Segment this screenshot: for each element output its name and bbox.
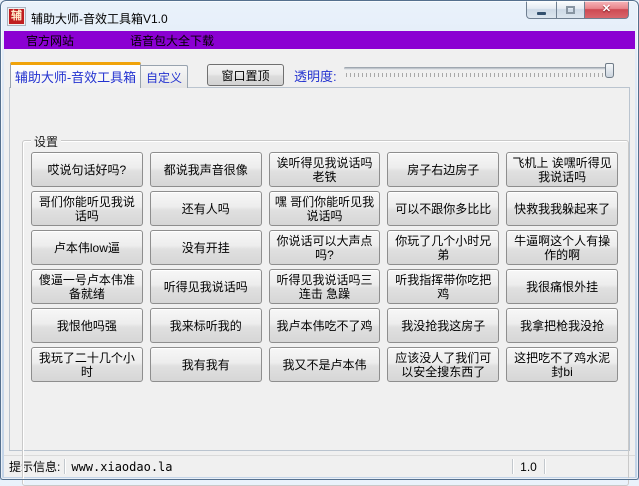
sound-button[interactable]: 你玩了几个小时兄弟 <box>387 230 499 265</box>
tab-custom[interactable]: 自定义 <box>141 65 188 88</box>
title-bar[interactable]: 辅 辅助大师-音效工具箱V1.0 ✕ <box>1 1 638 31</box>
sound-button[interactable]: 这把吃不了鸡水泥封bi <box>506 347 618 382</box>
sound-button[interactable]: 诶听得见我说话吗 老铁 <box>269 152 381 187</box>
settings-groupbox: 设置 哎说句话好吗?都说我声音很像诶听得见我说话吗 老铁房子右边房子飞机上 诶嘿… <box>22 140 629 486</box>
tab-strip: 辅助大师-音效工具箱 自定义 <box>10 62 188 88</box>
opacity-slider-thumb[interactable] <box>605 63 614 78</box>
sound-button[interactable]: 飞机上 诶嘿听得见我说话吗 <box>506 152 618 187</box>
sound-button[interactable]: 房子右边房子 <box>387 152 499 187</box>
sound-button[interactable]: 应该没人了我们可以安全搜东西了 <box>387 347 499 382</box>
window-title: 辅助大师-音效工具箱V1.0 <box>31 10 168 27</box>
minimize-icon <box>537 12 546 15</box>
menu-item-voicepack-download[interactable]: 语音包大全下载 <box>120 31 224 49</box>
sound-button[interactable]: 没有开挂 <box>150 230 262 265</box>
opacity-label: 透明度: <box>294 66 337 85</box>
window-controls: ✕ <box>526 1 629 19</box>
sound-button[interactable]: 我有我有 <box>150 347 262 382</box>
sound-button[interactable]: 可以不跟你多比比 <box>387 191 499 226</box>
minimize-button[interactable] <box>526 1 557 19</box>
sound-button[interactable]: 哥们你能听见我说话吗 <box>31 191 143 226</box>
sound-button[interactable]: 都说我声音很像 <box>150 152 262 187</box>
close-button[interactable]: ✕ <box>584 1 629 19</box>
opacity-slider-track[interactable] <box>344 67 614 70</box>
maximize-icon <box>566 6 575 14</box>
sound-button[interactable]: 卢本伟low逼 <box>31 230 143 265</box>
sound-button[interactable]: 我来标听我的 <box>150 308 262 343</box>
sound-button[interactable]: 我恨他吗强 <box>31 308 143 343</box>
sound-button[interactable]: 牛逼啊这个人有操作的啊 <box>506 230 618 265</box>
sound-button[interactable]: 快救我我躲起来了 <box>506 191 618 226</box>
app-icon: 辅 <box>8 8 25 25</box>
sound-button[interactable]: 还有人吗 <box>150 191 262 226</box>
menu-bar: 官方网站 语音包大全下载 <box>4 31 635 49</box>
sound-button[interactable]: 听得见我说话吗三连击 急躁 <box>269 269 381 304</box>
opacity-slider[interactable] <box>344 63 614 79</box>
sound-button[interactable]: 傻逼一号卢本伟准备就绪 <box>31 269 143 304</box>
sound-button[interactable]: 我卢本伟吃不了鸡 <box>269 308 381 343</box>
sound-button[interactable]: 嘿 哥们你能听见我说话吗 <box>269 191 381 226</box>
sound-button[interactable]: 听得见我说话吗 <box>150 269 262 304</box>
sound-button[interactable]: 听我指挥带你吃把鸡 <box>387 269 499 304</box>
sound-button[interactable]: 我拿把枪我没抢 <box>506 308 618 343</box>
opacity-slider-ticks <box>346 73 612 77</box>
menu-item-official-website[interactable]: 官方网站 <box>16 31 84 49</box>
maximize-button[interactable] <box>556 1 585 19</box>
sound-button[interactable]: 我没抢我这房子 <box>387 308 499 343</box>
tab-page: 设置 哎说句话好吗?都说我声音很像诶听得见我说话吗 老铁房子右边房子飞机上 诶嘿… <box>9 87 630 451</box>
window-pin-button[interactable]: 窗口置顶 <box>207 64 284 86</box>
sound-button[interactable]: 哎说句话好吗? <box>31 152 143 187</box>
tab-sound-toolbox[interactable]: 辅助大师-音效工具箱 <box>10 62 141 88</box>
sound-button-grid: 哎说句话好吗?都说我声音很像诶听得见我说话吗 老铁房子右边房子飞机上 诶嘿听得见… <box>31 152 618 382</box>
sound-button[interactable]: 我很痛恨外挂 <box>506 269 618 304</box>
settings-groupbox-title: 设置 <box>31 133 61 150</box>
client-area: 辅助大师-音效工具箱 自定义 窗口置顶 透明度: 设置 哎说句话好吗?都说我声音… <box>4 49 635 477</box>
close-icon: ✕ <box>602 4 611 15</box>
sound-button[interactable]: 你说话可以大声点吗? <box>269 230 381 265</box>
sound-button[interactable]: 我又不是卢本伟 <box>269 347 381 382</box>
sound-button[interactable]: 我玩了二十几个小时 <box>31 347 143 382</box>
